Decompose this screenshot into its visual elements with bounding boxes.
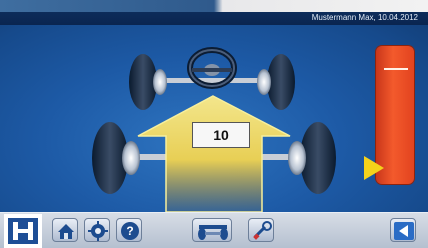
front-right-wheel [257,54,295,110]
front-axle [160,78,270,83]
back-arrow-icon [394,222,414,240]
gauge-target-line [384,68,408,70]
settings-icon [88,221,108,241]
hofmann-logo [4,214,42,248]
help-icon: ? [121,222,139,240]
rear-left-wheel [92,122,140,194]
adjust-button[interactable] [248,218,274,242]
home-button[interactable] [52,218,78,242]
settings-button[interactable] [84,218,110,242]
svg-text:?: ? [126,224,133,238]
help-button[interactable]: ? [116,218,142,242]
front-left-wheel [129,54,167,110]
rear-right-wheel [288,122,336,194]
back-button[interactable] [390,218,416,242]
vehicle-lift-icon [198,225,228,240]
wrench-adjust-icon [253,221,272,240]
measurement-value: 10 [192,122,250,148]
alignment-screen: Mustermann Max, 10.04.2012 10 ? [0,0,428,248]
home-icon [58,224,74,239]
vehicle-lift-button[interactable] [192,218,232,242]
gauge-marker-icon [364,156,384,180]
